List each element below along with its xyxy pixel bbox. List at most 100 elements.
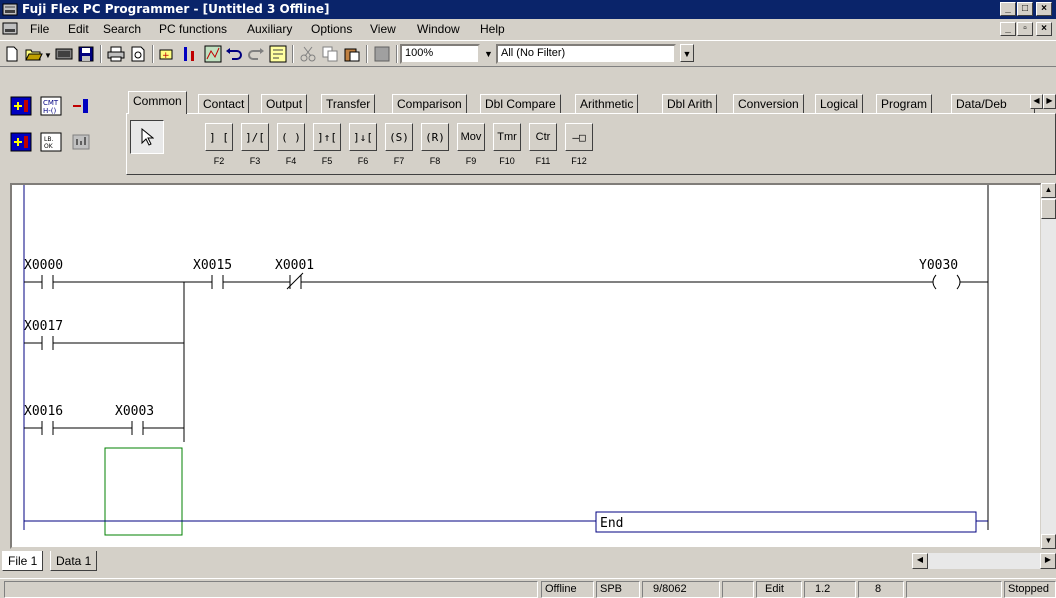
menu-auxiliary[interactable]: Auxiliary <box>247 22 292 36</box>
zoom-select[interactable]: 100% <box>400 44 480 64</box>
scroll-left-icon[interactable]: ◀ <box>912 553 928 569</box>
menu-search[interactable]: Search <box>103 22 141 36</box>
ladder-branch-icon[interactable] <box>180 44 200 64</box>
f11-key-label: F11 <box>535 156 551 166</box>
block-icon[interactable] <box>68 130 94 154</box>
redo-icon[interactable] <box>246 44 266 64</box>
print-icon[interactable] <box>106 44 126 64</box>
tab-program[interactable]: Program <box>876 94 933 114</box>
tab-output[interactable]: Output <box>261 94 308 114</box>
coil-button[interactable]: ( ) <box>277 123 305 151</box>
scroll-right-icon[interactable]: ▶ <box>1040 553 1056 569</box>
tab-contact[interactable]: Contact <box>198 94 250 114</box>
minimize-button[interactable]: _ <box>1000 2 1016 16</box>
open-icon[interactable] <box>24 44 44 64</box>
filter-value: All (No Filter) <box>501 47 566 59</box>
f8-key-label: F8 <box>429 156 441 166</box>
tab-scroll-left-icon[interactable]: ◀ <box>1030 94 1043 109</box>
vertical-scrollbar[interactable]: ▲ ▼ <box>1041 183 1056 549</box>
undo-icon[interactable] <box>224 44 244 64</box>
mdi-close-button[interactable]: × <box>1036 22 1052 36</box>
menu-bar: File Edit Search PC functions Auxiliary … <box>0 19 1056 39</box>
scroll-down-icon[interactable]: ▼ <box>1041 534 1056 549</box>
tab-common[interactable]: Common <box>128 91 187 114</box>
print-preview-icon[interactable] <box>128 44 148 64</box>
tab-dbl-compare[interactable]: Dbl Compare <box>480 94 561 114</box>
ladder-editor[interactable]: X0000 X0015 X0001 Y0030 X0017 X0016 X000… <box>10 183 1042 549</box>
shift-right-icon[interactable] <box>68 94 94 118</box>
maximize-button[interactable]: □ <box>1017 2 1033 16</box>
status-steps: 9/8062 <box>642 581 720 598</box>
function-block-button[interactable]: —□ <box>565 123 593 151</box>
tab-data-1[interactable]: Data 1 <box>50 551 98 571</box>
set-coil-button[interactable]: (S) <box>385 123 413 151</box>
tmr-button[interactable]: Tmr <box>493 123 521 151</box>
status-message <box>4 581 538 598</box>
reset-coil-button[interactable]: (R) <box>421 123 449 151</box>
tab-file-1[interactable]: File 1 <box>2 551 44 571</box>
close-button[interactable]: × <box>1036 2 1052 16</box>
ladder-insert-icon[interactable]: + <box>158 44 178 64</box>
zoom-dropdown-icon[interactable]: ▼ <box>484 44 496 64</box>
tab-dbl-arith[interactable]: Dbl Arith <box>662 94 718 114</box>
mdi-restore-button[interactable]: ▫ <box>1017 22 1033 36</box>
app-icon[interactable] <box>2 2 18 17</box>
book-icon[interactable] <box>54 44 74 64</box>
coil-label-y0030: Y0030 <box>919 258 958 273</box>
mov-button[interactable]: Mov <box>457 123 485 151</box>
f2-key-label: F2 <box>213 156 225 166</box>
filter-select[interactable]: All (No Filter) <box>496 44 676 64</box>
tab-arithmetic[interactable]: Arithmetic <box>575 94 639 114</box>
cmt-icon[interactable]: CMT H-() <box>38 94 64 118</box>
menu-pc-functions[interactable]: PC functions <box>159 22 227 36</box>
menu-view[interactable]: View <box>370 22 396 36</box>
open-dropdown-icon[interactable]: ▼ <box>44 51 52 60</box>
copy-icon[interactable] <box>320 44 340 64</box>
f7-key-label: F7 <box>393 156 405 166</box>
contact-label-x0000: X0000 <box>24 258 63 273</box>
address-icon[interactable]: LB. OK <box>38 130 64 154</box>
cmt-label: CMT <box>43 99 59 107</box>
horizontal-scrollbar[interactable]: ◀ ▶ <box>912 553 1056 569</box>
tab-transfer[interactable]: Transfer <box>321 94 376 114</box>
insert-row-icon[interactable] <box>8 130 34 154</box>
save-icon[interactable] <box>76 44 96 64</box>
sheet-tab-bar <box>0 550 1056 572</box>
cut-icon[interactable] <box>298 44 318 64</box>
status-bar: Offline SPB 9/8062 Edit 1.2 8 Stopped <box>0 578 1056 598</box>
tab-data-debug[interactable]: Data/Deb <box>951 94 1035 114</box>
status-type: SPB <box>596 581 640 598</box>
title-bar[interactable]: Fuji Flex PC Programmer - [Untitled 3 Of… <box>0 0 1056 19</box>
lb-label: LB. <box>44 136 53 143</box>
menu-window[interactable]: Window <box>417 22 460 36</box>
mdi-minimize-button[interactable]: _ <box>1000 22 1016 36</box>
menu-help[interactable]: Help <box>480 22 505 36</box>
scroll-thumb[interactable] <box>1041 199 1056 219</box>
tab-conversion[interactable]: Conversion <box>733 94 804 114</box>
menu-options[interactable]: Options <box>311 22 352 36</box>
monitor-icon[interactable] <box>203 44 223 64</box>
toolbar-separator <box>100 45 102 63</box>
compare-icon[interactable] <box>268 44 288 64</box>
tab-logical[interactable]: Logical <box>815 94 864 114</box>
contact-nc-button[interactable]: ]/[ <box>241 123 269 151</box>
ctr-button[interactable]: Ctr <box>529 123 557 151</box>
status-mode: Offline <box>541 581 594 598</box>
falling-edge-button[interactable]: ]↓[ <box>349 123 377 151</box>
menu-file[interactable]: File <box>30 22 49 36</box>
help-icon[interactable] <box>372 44 392 64</box>
contact-no-button[interactable]: ] [ <box>205 123 233 151</box>
ladder-diagram[interactable]: X0000 X0015 X0001 Y0030 X0017 X0016 X000… <box>12 185 1040 547</box>
filter-dropdown-icon[interactable]: ▼ <box>680 44 694 62</box>
f9-key-label: F9 <box>465 156 477 166</box>
status-edit: Edit <box>756 581 802 598</box>
rising-edge-button[interactable]: ]↑[ <box>313 123 341 151</box>
document-icon[interactable] <box>2 21 18 39</box>
new-icon[interactable] <box>2 44 22 64</box>
paste-icon[interactable] <box>342 44 362 64</box>
shift-icon[interactable] <box>8 94 34 118</box>
menu-edit[interactable]: Edit <box>68 22 89 36</box>
tab-scroll-right-icon[interactable]: ▶ <box>1043 94 1056 109</box>
scroll-up-icon[interactable]: ▲ <box>1041 183 1056 198</box>
tab-comparison[interactable]: Comparison <box>392 94 467 114</box>
